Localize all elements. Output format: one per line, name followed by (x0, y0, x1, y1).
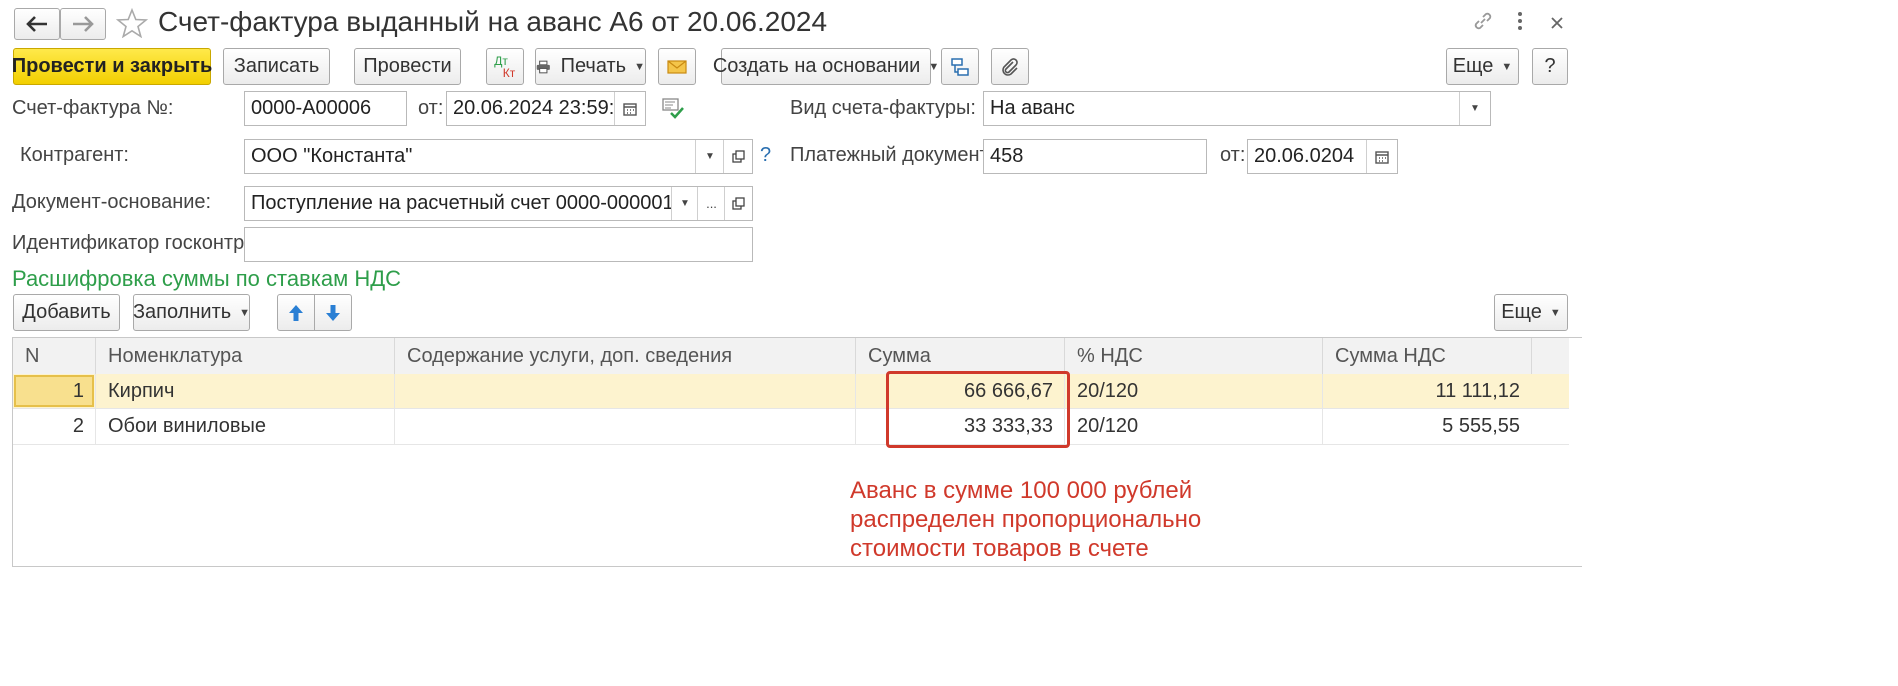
row-item: Кирпич (108, 379, 175, 402)
save-button[interactable]: Записать (223, 48, 330, 85)
fill-button[interactable]: Заполнить ▼ (133, 294, 250, 331)
calendar-icon[interactable] (614, 92, 645, 125)
annotation-text: Аванс в сумме 100 000 рублей распределен… (850, 476, 1202, 563)
move-down-button[interactable] (314, 294, 352, 331)
col-header-item[interactable]: Номенклатура (96, 338, 395, 374)
open-icon[interactable] (723, 140, 752, 173)
more-button[interactable]: Еще ▼ (1446, 48, 1519, 85)
calendar-icon[interactable] (1366, 140, 1397, 173)
dt-kt-icon: Дт Кт (494, 53, 516, 80)
kt-label: Кт (502, 65, 516, 80)
row-vat-sum: 5 555,55 (1442, 415, 1520, 437)
post-button[interactable]: Провести (354, 48, 461, 85)
invoice-type-value: На аванс (990, 97, 1075, 119)
arrow-left-icon (26, 16, 47, 32)
email-button[interactable] (658, 48, 696, 85)
create-based-on-label: Создать на основании (712, 55, 921, 77)
invoice-number-label: Счет-фактура №: (12, 97, 174, 119)
counterparty-field[interactable]: ООО "Константа" ▼ (244, 139, 753, 174)
payment-date-field[interactable]: 20.06.0204 (1247, 139, 1398, 174)
move-up-button[interactable] (277, 294, 315, 331)
row-item: Обои виниловые (108, 415, 267, 437)
create-based-on-button[interactable]: Создать на основании ▼ (713, 48, 939, 85)
close-icon[interactable] (1550, 13, 1564, 36)
row-vat-rate: 20/120 (1077, 379, 1139, 402)
chevron-down-icon[interactable]: ▼ (1459, 92, 1490, 125)
row-number: 1 (72, 379, 84, 402)
arrow-up-icon (289, 304, 303, 321)
attach-button[interactable] (991, 48, 1029, 85)
table-more-button[interactable]: Еще ▼ (1494, 294, 1568, 331)
envelope-icon (667, 59, 687, 74)
printer-icon (536, 60, 550, 73)
dt-kt-button[interactable]: Дт Кт (486, 48, 524, 85)
contract-id-field[interactable] (244, 227, 753, 262)
edit-check-icon[interactable] (662, 97, 684, 125)
section-title: Расшифровка суммы по ставкам НДС (12, 266, 402, 291)
row-number: 2 (72, 415, 84, 437)
basis-document-field[interactable]: Поступление на расчетный счет 0000-00000… (244, 186, 753, 221)
annotation-line: Аванс в сумме 100 000 рублей (850, 477, 1193, 504)
select-button[interactable]: ... (697, 187, 725, 220)
col-header-vat-rate[interactable]: % НДС (1065, 338, 1323, 374)
chevron-down-icon: ▼ (634, 60, 645, 73)
annotation-line: стоимости товаров в счете (850, 535, 1149, 562)
col-header-sum[interactable]: Сумма (856, 338, 1065, 374)
chevron-down-icon: ▼ (239, 306, 251, 319)
counterparty-value: ООО "Константа" (251, 145, 413, 167)
row-vat-sum: 11 111,12 (1435, 379, 1520, 402)
add-button[interactable]: Добавить (13, 294, 120, 331)
counterparty-help-link[interactable]: ? (760, 144, 771, 167)
vertical-dots-icon[interactable] (1516, 10, 1524, 38)
chevron-down-icon[interactable]: ▼ (695, 140, 724, 173)
column-divider (394, 374, 395, 444)
column-divider (1322, 374, 1323, 444)
table-more-label: Еще (1501, 301, 1542, 323)
basis-document-value: Поступление на расчетный счет 0000-00000… (251, 192, 675, 214)
chevron-down-icon: ▼ (1501, 60, 1513, 73)
fill-label: Заполнить (132, 301, 232, 323)
star-icon[interactable] (115, 7, 149, 44)
invoice-number-field[interactable]: 0000-А00006 (244, 91, 407, 126)
back-button[interactable] (14, 8, 60, 40)
print-label: Печать (560, 55, 627, 77)
help-button[interactable]: ? (1532, 48, 1568, 85)
invoice-date-label: от: (418, 97, 444, 119)
dt-label: Дт (494, 53, 508, 68)
chevron-down-icon: ▼ (928, 60, 940, 73)
basis-document-label: Документ-основание: (12, 191, 212, 213)
arrow-down-icon (326, 304, 340, 321)
annotation-line: распределен пропорционально (850, 506, 1202, 533)
invoice-type-select[interactable]: На аванс ▼ (983, 91, 1491, 126)
payment-date-label: от: (1220, 144, 1246, 166)
paperclip-icon (1002, 57, 1018, 76)
sum-highlight-box (886, 371, 1070, 448)
arrow-right-icon (73, 16, 94, 32)
structure-button[interactable] (941, 48, 979, 85)
chevron-down-icon: ▼ (1549, 306, 1561, 319)
open-icon[interactable] (724, 187, 752, 220)
link-icon[interactable] (1472, 10, 1494, 38)
more-label: Еще (1452, 55, 1494, 77)
invoice-date-value: 20.06.2024 23:59:59 (453, 97, 637, 119)
col-header-vat-sum[interactable]: Сумма НДС (1323, 338, 1532, 374)
page-title: Счет-фактура выданный на аванс А6 от 20.… (158, 6, 828, 37)
chevron-down-icon[interactable]: ▼ (671, 187, 698, 220)
payment-doc-field[interactable]: 458 (983, 139, 1207, 174)
column-divider (855, 374, 856, 444)
counterparty-label: Контрагент: (20, 144, 129, 166)
forward-button[interactable] (60, 8, 106, 40)
structure-icon (951, 57, 969, 76)
print-button[interactable]: Печать ▼ (535, 48, 646, 85)
row-content (395, 409, 856, 444)
row-vat-rate: 20/120 (1077, 415, 1139, 437)
invoice-date-field[interactable]: 20.06.2024 23:59:59 (446, 91, 646, 126)
payment-date-value: 20.06.0204 (1254, 145, 1355, 167)
invoice-type-label: Вид счета-фактуры: (790, 97, 976, 119)
row-content (395, 374, 856, 408)
col-header-n[interactable]: N (13, 338, 96, 374)
column-divider (95, 374, 96, 444)
col-header-content[interactable]: Содержание услуги, доп. сведения (395, 338, 856, 374)
post-and-close-button[interactable]: Провести и закрыть (12, 48, 212, 85)
